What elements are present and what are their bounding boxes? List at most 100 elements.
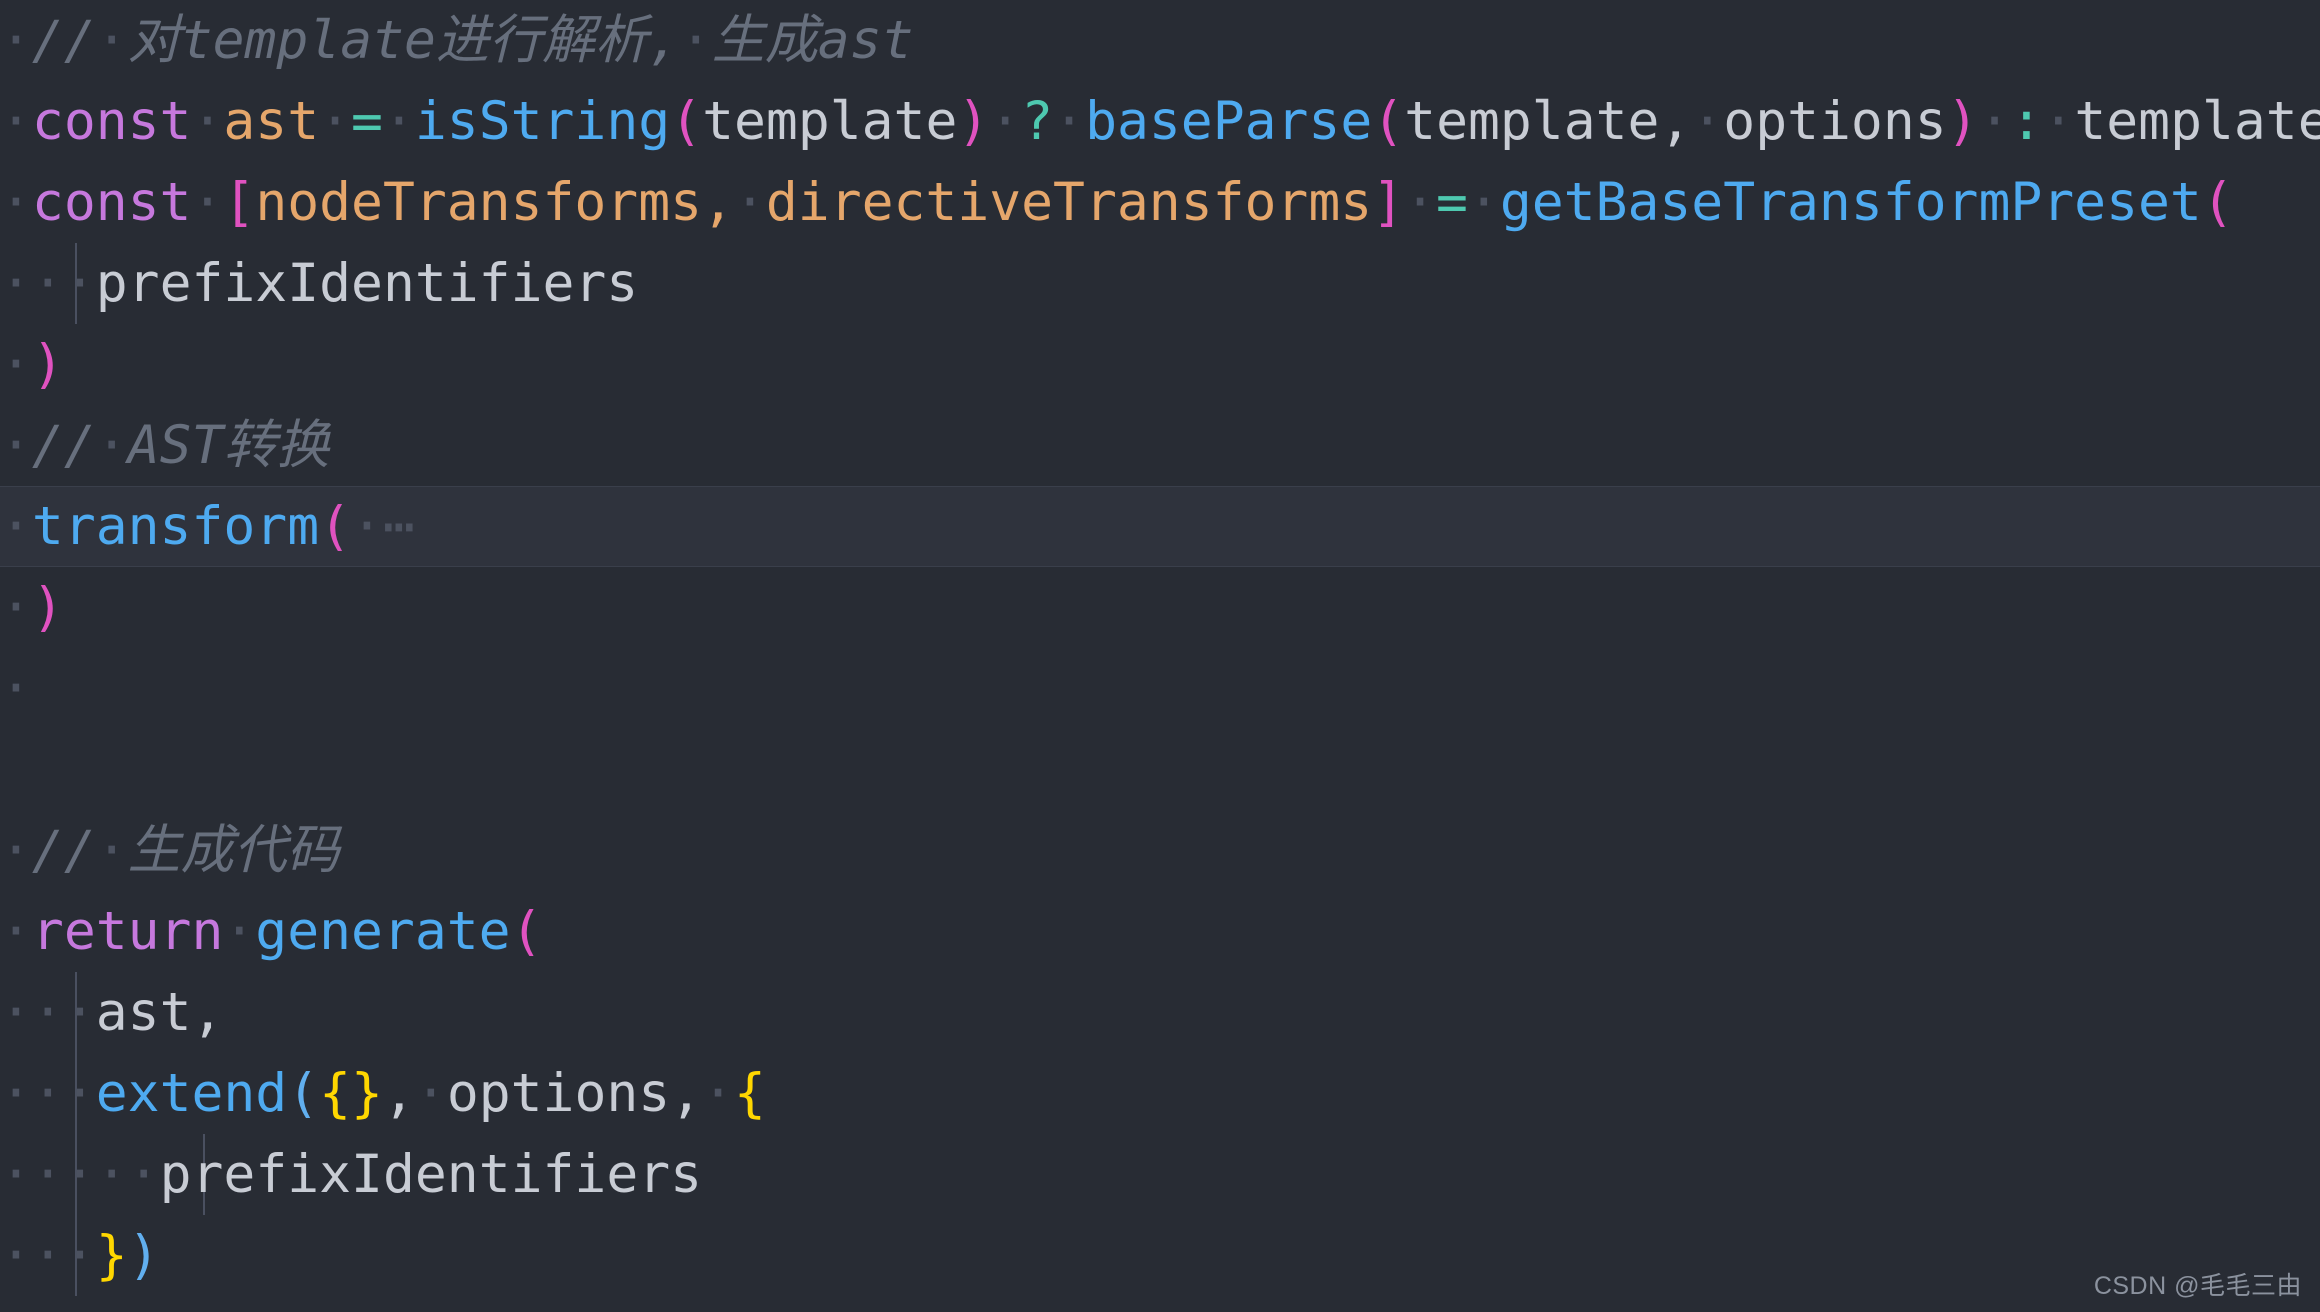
code-line-content: ·//·生成代码 <box>0 810 2320 891</box>
code-line[interactable]: ···}) <box>0 1215 2320 1296</box>
code-token: ) <box>957 91 990 152</box>
whitespace-dot: · <box>0 1144 32 1205</box>
code-token: const <box>31 91 192 152</box>
code-line-content: ···ast, <box>0 972 2320 1053</box>
code-line[interactable]: ···prefixIdentifiers <box>0 243 2320 324</box>
code-token: options <box>1723 91 1947 152</box>
code-line[interactable]: ·//·生成代码 <box>0 810 2320 891</box>
whitespace-dot: · <box>1691 91 1724 152</box>
whitespace-dot: · <box>0 496 32 557</box>
code-token: transform <box>31 496 320 557</box>
code-line-content: ···}) <box>0 1215 2320 1296</box>
code-token: 生成ast <box>711 10 914 71</box>
whitespace-dot: · <box>31 253 64 314</box>
whitespace-dot: · <box>0 982 32 1043</box>
code-token: , <box>382 1063 415 1124</box>
code-token: template <box>2074 91 2320 152</box>
whitespace-dot: · <box>2042 91 2075 152</box>
whitespace-dot: · <box>191 172 224 233</box>
code-line[interactable]: ·····prefixIdentifiers <box>0 1134 2320 1215</box>
code-line[interactable]: ·) <box>0 324 2320 405</box>
whitespace-dot: · <box>0 1225 32 1286</box>
code-line[interactable] <box>0 729 2320 810</box>
code-line-content: ·const·[nodeTransforms,·directiveTransfo… <box>0 162 2320 243</box>
code-token: [ <box>223 172 256 233</box>
code-token: = <box>351 91 383 152</box>
whitespace-dot: · <box>31 1225 64 1286</box>
code-token: prefixIdentifiers <box>95 253 639 314</box>
code-line[interactable]: ·) <box>0 567 2320 648</box>
code-line-content: ···extend({},·options,·{ <box>0 1053 2320 1134</box>
code-lines-container[interactable]: ·//·对template进行解析,·生成ast ·const·ast·=·isS… <box>0 0 2320 1312</box>
whitespace-dot: · <box>0 1306 32 1312</box>
whitespace-dot: · <box>63 1063 96 1124</box>
whitespace-dot: · <box>0 415 32 476</box>
whitespace-dot: · <box>95 820 128 881</box>
code-line[interactable]: ···extend({},·options,·{ <box>0 1053 2320 1134</box>
code-token: ) <box>127 1225 160 1286</box>
code-line-content: ·) <box>0 567 2320 648</box>
code-editor[interactable]: ·//·对template进行解析,·生成ast ·const·ast·=·isS… <box>0 0 2320 1312</box>
code-token: extend <box>95 1063 288 1124</box>
code-line[interactable]: ·return·generate( <box>0 891 2320 972</box>
whitespace-dot: · <box>0 253 32 314</box>
whitespace-dot: · <box>0 91 32 152</box>
whitespace-dot: · <box>414 1063 447 1124</box>
code-line[interactable]: ·//·对template进行解析,·生成ast <box>0 0 2320 81</box>
code-line-current[interactable]: ·transform(·⋯ <box>0 486 2320 567</box>
code-token: ( <box>319 496 352 557</box>
whitespace-dot: · <box>702 1063 735 1124</box>
whitespace-dot: · <box>0 901 32 962</box>
code-token: { <box>734 1063 766 1124</box>
whitespace-dot: · <box>63 982 96 1043</box>
whitespace-dot: · <box>95 10 128 71</box>
whitespace-dot: · <box>0 334 32 395</box>
code-token: template, <box>1404 91 1692 152</box>
code-token: // <box>31 820 96 881</box>
code-line-content: ·//·AST转换 <box>0 405 2320 486</box>
code-line[interactable]: ·const·[nodeTransforms,·directiveTransfo… <box>0 162 2320 243</box>
code-token: template <box>702 91 958 152</box>
code-line[interactable]: ···ast, <box>0 972 2320 1053</box>
code-line-content <box>0 729 2320 810</box>
whitespace-dot: · <box>63 1225 96 1286</box>
code-token: 生成代码 <box>127 820 340 881</box>
whitespace-dot: ⋯ <box>382 496 415 557</box>
code-token: ) <box>1946 91 1979 152</box>
code-line-content: ·) <box>0 324 2320 405</box>
code-token: AST转换 <box>127 415 330 476</box>
whitespace-dot: · <box>31 982 64 1043</box>
code-token: ( <box>1372 91 1405 152</box>
code-token: ast, <box>95 982 224 1043</box>
code-token: generate <box>255 901 511 962</box>
code-token: const <box>31 172 192 233</box>
code-token: : <box>2010 91 2043 152</box>
whitespace-dot: · <box>95 1144 128 1205</box>
whitespace-dot: · <box>95 415 128 476</box>
code-token: return <box>31 901 224 962</box>
code-line-content: · <box>0 648 2320 729</box>
code-line[interactable]: ·) <box>0 1296 2320 1312</box>
code-token: baseParse <box>1085 91 1373 152</box>
code-line-content: ·//·对template进行解析,·生成ast <box>0 0 2320 81</box>
whitespace-dot: · <box>989 91 1022 152</box>
whitespace-dot: · <box>63 253 96 314</box>
code-token: = <box>1435 172 1468 233</box>
whitespace-dot: · <box>63 1144 96 1205</box>
code-line[interactable]: ·//·AST转换 <box>0 405 2320 486</box>
code-token: {} <box>319 1063 383 1124</box>
code-line[interactable]: · <box>0 648 2320 729</box>
code-line[interactable]: ·const·ast·=·isString(template)·?·basePa… <box>0 81 2320 162</box>
code-token: ( <box>670 91 703 152</box>
code-token: ] <box>1372 172 1405 233</box>
whitespace-dot: · <box>679 10 712 71</box>
code-token: ) <box>31 334 64 395</box>
code-token: } <box>95 1225 128 1286</box>
whitespace-dot: · <box>351 496 383 557</box>
code-token: options, <box>446 1063 703 1124</box>
code-token: isString <box>414 91 671 152</box>
code-token: prefixIdentifiers <box>159 1144 703 1205</box>
whitespace-dot: · <box>382 91 415 152</box>
code-token: ) <box>32 1306 64 1312</box>
code-token: // <box>31 10 96 71</box>
